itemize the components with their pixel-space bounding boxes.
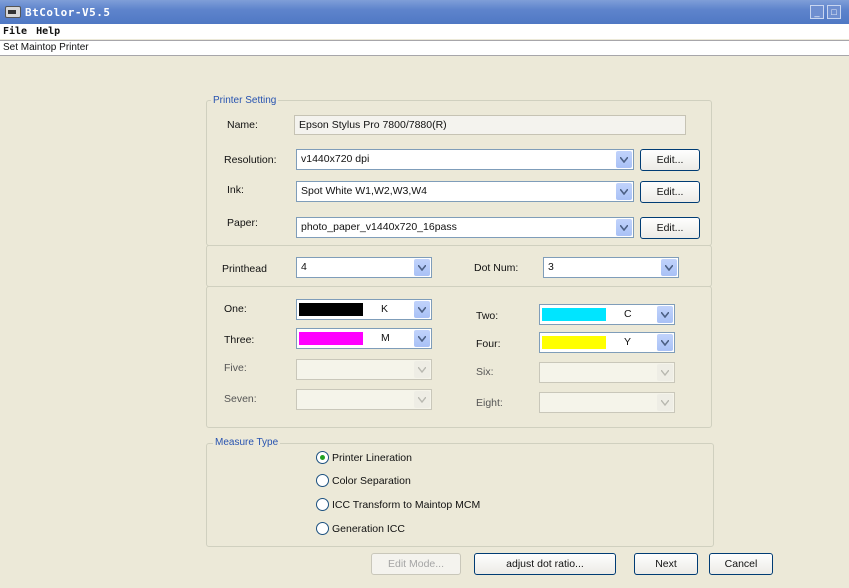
edit-paper-button[interactable]: Edit... — [640, 217, 700, 239]
chevron-down-icon[interactable] — [616, 183, 632, 200]
channel-three-letter: M — [381, 332, 390, 344]
chevron-down-icon — [657, 364, 673, 381]
printhead-label: Printhead — [222, 263, 267, 275]
chevron-down-icon[interactable] — [414, 259, 430, 276]
printhead-value: 4 — [301, 261, 307, 273]
chevron-down-icon[interactable] — [616, 219, 632, 236]
maximize-button[interactable]: □ — [827, 5, 841, 19]
channel-two-select[interactable]: C — [539, 304, 675, 325]
radio-icon[interactable] — [316, 522, 329, 535]
paper-select[interactable]: photo_paper_v1440x720_16pass — [296, 217, 634, 238]
channel-four-swatch — [542, 336, 606, 349]
radio-icon[interactable] — [316, 498, 329, 511]
channel-six-select[interactable] — [539, 362, 675, 383]
channel-one-swatch — [299, 303, 363, 316]
chevron-down-icon[interactable] — [616, 151, 632, 168]
printhead-select[interactable]: 4 — [296, 257, 432, 278]
channel-five-select[interactable] — [296, 359, 432, 380]
ink-label: Ink: — [227, 184, 244, 196]
chevron-down-icon[interactable] — [414, 301, 430, 318]
channel-one-letter: K — [381, 303, 389, 315]
window-title: BtColor-V5.5 — [25, 5, 111, 19]
channel-seven-label: Seven: — [224, 393, 257, 405]
ink-select[interactable]: Spot White W1,W2,W3,W4 — [296, 181, 634, 202]
cancel-button[interactable]: Cancel — [709, 553, 773, 575]
app-icon — [5, 6, 21, 18]
radio-color-separation[interactable]: Color Separation — [316, 474, 411, 487]
dot-num-value: 3 — [548, 261, 554, 273]
channel-eight-label: Eight: — [476, 397, 503, 409]
chevron-down-icon — [414, 361, 430, 378]
channel-three-select[interactable]: M — [296, 328, 432, 349]
chevron-down-icon — [657, 394, 673, 411]
channel-two-letter: C — [624, 308, 632, 320]
radio-label: ICC Transform to Maintop MCM — [332, 498, 481, 511]
printer-setting-legend: Printer Setting — [211, 95, 279, 107]
dot-num-select[interactable]: 3 — [543, 257, 679, 278]
chevron-down-icon[interactable] — [661, 259, 677, 276]
channel-one-label: One: — [224, 303, 247, 315]
resolution-value: v1440x720 dpi — [301, 153, 370, 165]
chevron-down-icon[interactable] — [414, 330, 430, 347]
paper-label: Paper: — [227, 217, 258, 229]
channel-two-swatch — [542, 308, 606, 321]
paper-value: photo_paper_v1440x720_16pass — [301, 221, 457, 233]
channel-two-label: Two: — [476, 310, 499, 322]
edit-mode-button[interactable]: Edit Mode... — [371, 553, 461, 575]
menu-bar: File Help — [0, 24, 849, 39]
radio-label: Printer Lineration — [332, 451, 412, 464]
minimize-button[interactable]: _ — [810, 5, 824, 19]
channel-three-swatch — [299, 332, 363, 345]
ink-value: Spot White W1,W2,W3,W4 — [301, 185, 428, 197]
resolution-select[interactable]: v1440x720 dpi — [296, 149, 634, 170]
measure-type-group — [206, 443, 714, 547]
window-controls: _ □ — [810, 5, 841, 19]
title-bar[interactable]: BtColor-V5.5 _ □ — [0, 0, 849, 24]
adjust-dot-ratio-button[interactable]: adjust dot ratio... — [474, 553, 616, 575]
radio-icon[interactable] — [316, 474, 329, 487]
resolution-label: Resolution: — [224, 154, 277, 166]
section-header: Set Maintop Printer — [0, 40, 849, 56]
next-button[interactable]: Next — [634, 553, 698, 575]
channel-six-label: Six: — [476, 366, 494, 378]
radio-checked-icon[interactable] — [316, 451, 329, 464]
name-label: Name: — [227, 119, 258, 131]
channel-five-label: Five: — [224, 362, 247, 374]
chevron-down-icon — [414, 391, 430, 408]
radio-generation-icc[interactable]: Generation ICC — [316, 522, 405, 535]
chevron-down-icon[interactable] — [657, 306, 673, 323]
measure-type-legend: Measure Type — [213, 437, 281, 449]
edit-resolution-button[interactable]: Edit... — [640, 149, 700, 171]
printer-name-field: Epson Stylus Pro 7800/7880(R) — [294, 115, 686, 135]
menu-help[interactable]: Help — [36, 26, 60, 37]
channel-seven-select[interactable] — [296, 389, 432, 410]
radio-icc-transform[interactable]: ICC Transform to Maintop MCM — [316, 498, 480, 511]
menu-file[interactable]: File — [3, 26, 27, 37]
radio-printer-lineration[interactable]: Printer Lineration — [316, 451, 412, 464]
radio-label: Generation ICC — [332, 522, 405, 535]
edit-ink-button[interactable]: Edit... — [640, 181, 700, 203]
dot-num-label: Dot Num: — [474, 262, 519, 274]
channel-four-label: Four: — [476, 338, 501, 350]
channel-three-label: Three: — [224, 334, 255, 346]
channel-four-letter: Y — [624, 336, 632, 348]
chevron-down-icon[interactable] — [657, 334, 673, 351]
channel-one-select[interactable]: K — [296, 299, 432, 320]
channel-eight-select[interactable] — [539, 392, 675, 413]
radio-label: Color Separation — [332, 474, 411, 487]
channel-four-select[interactable]: Y — [539, 332, 675, 353]
